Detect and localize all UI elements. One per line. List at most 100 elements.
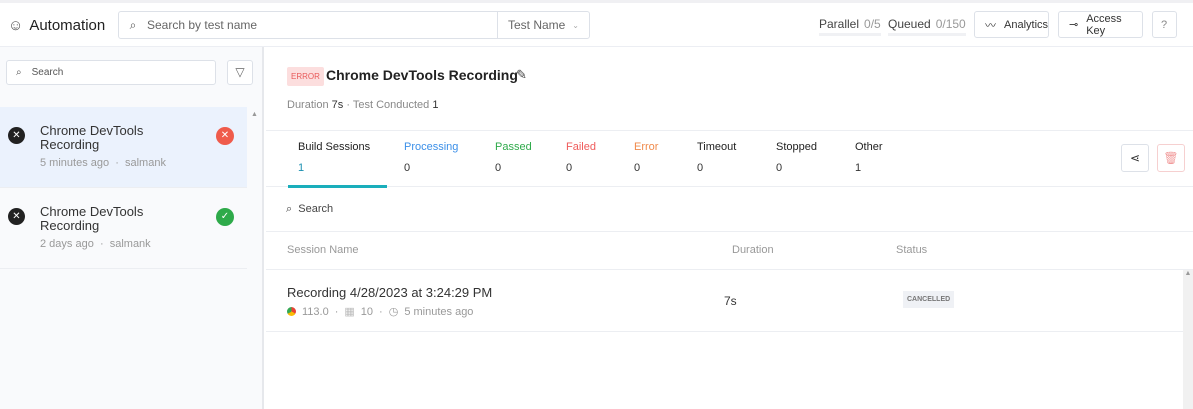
delete-button[interactable]: 🗑 xyxy=(1157,144,1185,172)
search-icon: ⌕ xyxy=(16,67,22,78)
filter-button[interactable]: ▽ xyxy=(227,60,253,85)
tab-count: 0 xyxy=(634,162,641,174)
tab-other[interactable]: Other 1 xyxy=(855,141,883,174)
os-version: 10 xyxy=(360,305,374,318)
tab-error[interactable]: Error 0 xyxy=(634,141,658,174)
conducted-value: 1 xyxy=(432,99,439,111)
session-status-badge: CANCELLED xyxy=(903,291,955,308)
duration-label: Duration xyxy=(287,99,329,111)
tab-count: 1 xyxy=(855,162,862,174)
tab-stopped[interactable]: Stopped 0 xyxy=(776,141,817,174)
top-bar: ☺ Automation ⌕ Search by test name Test Nam… xyxy=(0,0,1193,47)
tab-count: 0 xyxy=(404,162,411,174)
brand: ☺ Automation xyxy=(8,17,105,34)
list-item[interactable]: ✕ Chrome DevTools Recording 2 days ago ·… xyxy=(0,188,247,269)
table-header: Session Name Duration Status xyxy=(266,231,1193,270)
tab-label: Passed xyxy=(495,141,532,153)
tab-failed[interactable]: Failed 0 xyxy=(566,141,596,174)
search-input[interactable]: Search by test name xyxy=(147,18,497,32)
help-button[interactable]: ? xyxy=(1152,11,1177,38)
tab-timeout[interactable]: Timeout 0 xyxy=(697,141,736,174)
list-item[interactable]: ✕ Chrome DevTools Recording 5 minutes ag… xyxy=(0,107,247,188)
column-status: Status xyxy=(896,244,928,256)
test-detail: ERROR Chrome DevTools Recording ✎ Durati… xyxy=(266,47,1193,409)
key-icon: ⊸ xyxy=(1069,19,1079,31)
item-time: 2 days ago xyxy=(40,238,94,250)
queued-label: Queued xyxy=(888,17,931,31)
tab-count: 0 xyxy=(697,162,704,174)
session-meta: 113.0 · ▦ 10 · ◷ 5 minutes ago xyxy=(287,305,473,318)
duration-value: 7s xyxy=(331,99,344,111)
tab-label: Build Sessions xyxy=(298,141,371,153)
scrollbar[interactable]: ▲ xyxy=(251,111,258,118)
share-button[interactable]: ⋖ xyxy=(1121,144,1149,172)
edit-icon[interactable]: ✎ xyxy=(516,67,527,83)
search-icon: ⌕ xyxy=(286,203,293,215)
status-badge: ERROR xyxy=(287,67,324,86)
sidebar: ⌕ Search ▽ ✕ Chrome DevTools Recording 5 … xyxy=(0,47,264,409)
queued-stat: Queued 0/150 xyxy=(888,17,966,36)
page-title: Chrome DevTools Recording xyxy=(326,67,518,83)
share-icon: ⋖ xyxy=(1129,151,1141,165)
session-tabs: Build Sessions 1 Processing 0 Passed 0 Failed 0… xyxy=(266,130,1193,188)
access-key-button[interactable]: ⊸ Access Key xyxy=(1058,11,1143,38)
session-time: 5 minutes ago xyxy=(404,305,474,318)
trash-icon: 🗑 xyxy=(1163,151,1179,165)
test-summary: Duration 7s · Test Conducted 1 xyxy=(287,99,439,111)
tab-count: 0 xyxy=(776,162,783,174)
parallel-stat: Parallel 0/5 xyxy=(819,17,881,36)
browser-version: 113.0 xyxy=(302,305,329,318)
analytics-label: Analytics xyxy=(1004,18,1049,31)
item-meta: 5 minutes ago · salmank xyxy=(40,157,166,169)
session-name[interactable]: Recording 4/28/2023 at 3:24:29 PM xyxy=(287,285,492,300)
test-search[interactable]: ⌕ Search by test name Test Name ⌄ xyxy=(118,11,590,39)
passed-status-icon: ✓ xyxy=(216,208,234,226)
chart-line-icon: 〰 xyxy=(985,19,996,32)
item-time: 5 minutes ago xyxy=(40,157,110,169)
item-user: salmank xyxy=(109,238,151,250)
column-duration: Duration xyxy=(732,244,774,256)
sidebar-search-input[interactable]: Search xyxy=(32,67,64,78)
tab-build-sessions[interactable]: Build Sessions 1 xyxy=(288,141,387,188)
queued-value: 0/150 xyxy=(935,17,966,31)
access-key-label: Access Key xyxy=(1086,12,1122,37)
tab-label: Processing xyxy=(404,141,459,153)
conducted-label: Test Conducted xyxy=(352,99,430,111)
item-user: salmank xyxy=(125,157,166,169)
item-meta: 2 days ago · salmank xyxy=(40,238,151,250)
chrome-icon xyxy=(287,307,296,316)
parallel-label: Parallel xyxy=(819,17,860,31)
robot-icon: ☺ xyxy=(8,17,24,34)
item-title: Chrome DevTools Recording xyxy=(40,204,144,233)
session-search-input[interactable]: Search xyxy=(298,203,333,215)
filter-icon: ▽ xyxy=(235,65,245,79)
search-type-select[interactable]: Test Name ⌄ xyxy=(497,12,589,38)
tab-label: Timeout xyxy=(697,141,737,153)
app-title: Automation xyxy=(29,17,106,34)
tab-passed[interactable]: Passed 0 xyxy=(495,141,532,174)
parallel-value: 0/5 xyxy=(864,17,881,31)
clock-icon: ◷ xyxy=(388,306,399,318)
devtools-icon: ✕ xyxy=(8,127,25,144)
tab-label: Other xyxy=(855,141,883,153)
error-status-icon: ✕ xyxy=(216,127,234,145)
tab-processing[interactable]: Processing 0 xyxy=(404,141,458,174)
tab-count: 0 xyxy=(495,162,502,174)
analytics-button[interactable]: 〰 Analytics xyxy=(974,11,1049,38)
tab-label: Error xyxy=(634,141,659,153)
chevron-down-icon: ⌄ xyxy=(572,20,579,30)
scrollbar[interactable]: ▲ xyxy=(1183,270,1193,409)
table-row[interactable]: Recording 4/28/2023 at 3:24:29 PM 113.0 ·… xyxy=(266,270,1193,332)
session-duration: 7s xyxy=(724,294,737,308)
search-type-value: Test Name xyxy=(508,18,566,32)
session-search[interactable]: ⌕ Search xyxy=(286,203,333,216)
windows-icon: ▦ xyxy=(344,306,355,318)
tab-count: 0 xyxy=(566,162,573,174)
tab-count: 1 xyxy=(298,162,305,174)
devtools-icon: ✕ xyxy=(8,208,25,225)
sidebar-search[interactable]: ⌕ Search xyxy=(6,60,216,85)
tab-label: Stopped xyxy=(776,141,817,153)
search-icon: ⌕ xyxy=(129,17,137,32)
item-title: Chrome DevTools Recording xyxy=(40,123,144,152)
tab-label: Failed xyxy=(566,141,596,153)
